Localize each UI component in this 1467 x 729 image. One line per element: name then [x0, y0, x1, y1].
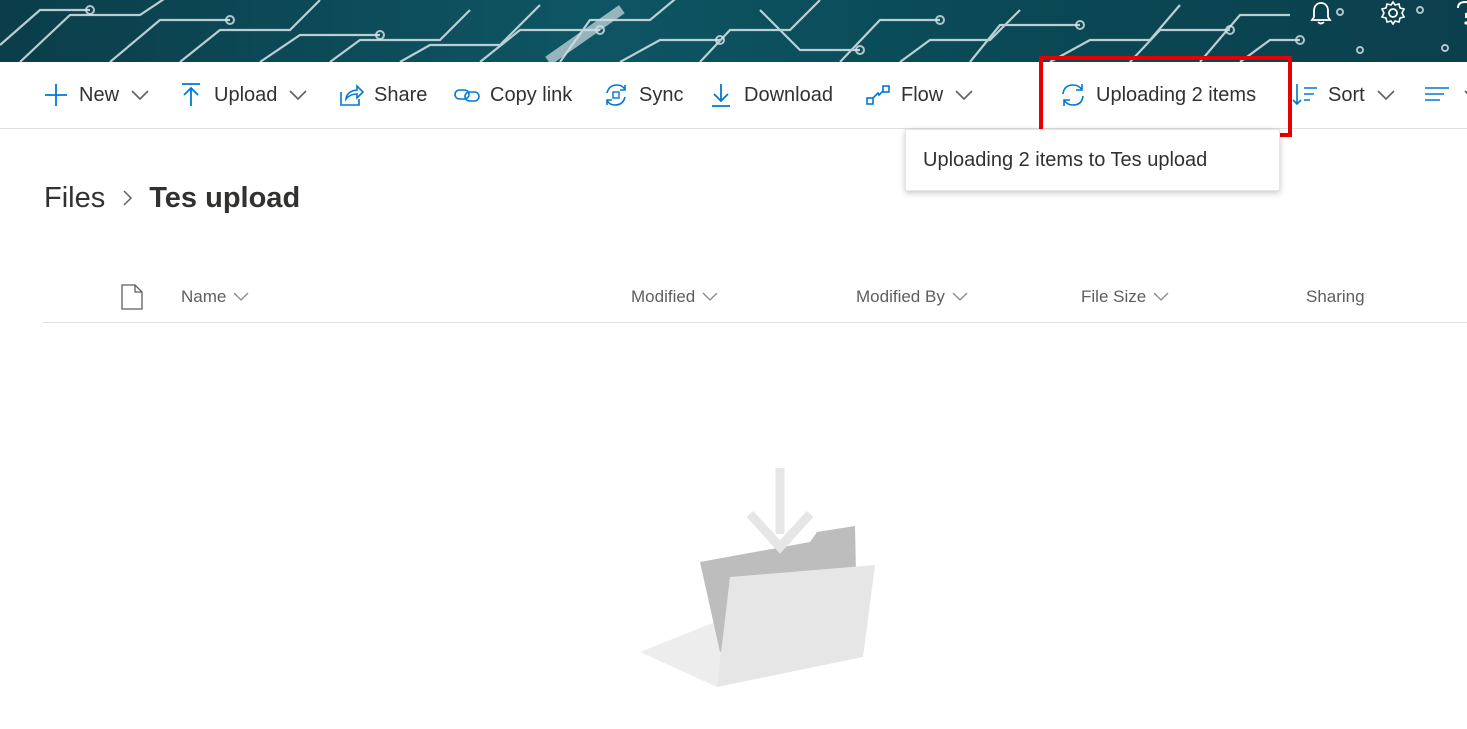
command-bar: New Upload Share Copy link Sync Download… — [0, 62, 1467, 129]
chevron-down-icon — [952, 292, 968, 301]
file-size-column-header[interactable]: File Size — [1081, 272, 1169, 322]
share-label: Share — [374, 83, 428, 106]
new-button[interactable]: New — [43, 62, 149, 128]
gear-icon[interactable] — [1380, 0, 1406, 26]
folder-download-icon — [640, 468, 875, 687]
breadcrumb: Files Tes upload — [44, 178, 300, 218]
name-column-label: Name — [181, 287, 227, 306]
column-header: Name Modified Modified By File Size Shar… — [43, 272, 1467, 323]
sort-button[interactable]: Sort — [1292, 62, 1395, 128]
view-list-icon — [1425, 87, 1449, 101]
modified-column-header[interactable]: Modified — [631, 272, 718, 322]
download-button[interactable]: Download — [708, 62, 833, 128]
upload-label: Upload — [214, 83, 278, 106]
copy-link-label: Copy link — [490, 83, 573, 106]
tooltip-text: Uploading 2 items to Tes upload — [923, 148, 1208, 171]
modified-by-column-label: Modified By — [856, 287, 945, 306]
flow-label: Flow — [901, 83, 944, 106]
modified-column-label: Modified — [631, 287, 696, 306]
breadcrumb-files[interactable]: Files — [44, 182, 105, 215]
header-banner — [0, 0, 1467, 62]
link-icon — [454, 89, 480, 102]
refresh-icon — [1062, 84, 1084, 106]
upload-icon — [182, 83, 200, 106]
chevron-down-icon — [702, 292, 718, 301]
breadcrumb-current: Tes upload — [149, 181, 301, 214]
upload-tooltip: Uploading 2 items to Tes upload — [905, 129, 1280, 191]
sync-button[interactable]: Sync — [603, 62, 683, 128]
upload-button[interactable]: Upload — [178, 62, 307, 128]
chevron-right-icon — [123, 190, 133, 206]
view-options-button[interactable] — [1424, 62, 1467, 128]
plus-icon — [45, 84, 67, 106]
name-column-header[interactable]: Name — [181, 272, 249, 322]
chevron-down-icon — [1153, 292, 1169, 301]
chevron-down-icon — [131, 90, 149, 101]
chevron-down-icon — [1377, 90, 1395, 101]
sharing-column-header[interactable]: Sharing — [1306, 272, 1365, 322]
new-label: New — [79, 83, 120, 106]
share-icon — [340, 84, 364, 106]
uploading-status-button[interactable]: Uploading 2 items — [1060, 62, 1256, 128]
chevron-down-icon — [955, 90, 973, 101]
sort-icon — [1292, 84, 1317, 106]
download-icon — [712, 84, 730, 107]
sync-icon — [606, 84, 626, 106]
sharing-column-label: Sharing — [1306, 287, 1365, 306]
document-icon — [121, 284, 143, 310]
file-type-column[interactable] — [121, 272, 143, 322]
chevron-down-icon — [289, 90, 307, 101]
download-label: Download — [744, 83, 833, 106]
modified-by-column-header[interactable]: Modified By — [856, 272, 968, 322]
question-icon[interactable] — [1452, 0, 1467, 26]
flow-icon — [866, 85, 890, 105]
sync-label: Sync — [639, 83, 684, 106]
sort-label: Sort — [1328, 83, 1365, 106]
chevron-down-icon — [233, 292, 249, 301]
share-button[interactable]: Share — [338, 62, 427, 128]
circuit-pattern — [0, 0, 1449, 62]
flow-button[interactable]: Flow — [865, 62, 973, 128]
bell-icon[interactable] — [1308, 0, 1334, 26]
copy-link-button[interactable]: Copy link — [454, 62, 572, 128]
uploading-label: Uploading 2 items — [1096, 83, 1257, 106]
file-size-column-label: File Size — [1081, 287, 1147, 306]
